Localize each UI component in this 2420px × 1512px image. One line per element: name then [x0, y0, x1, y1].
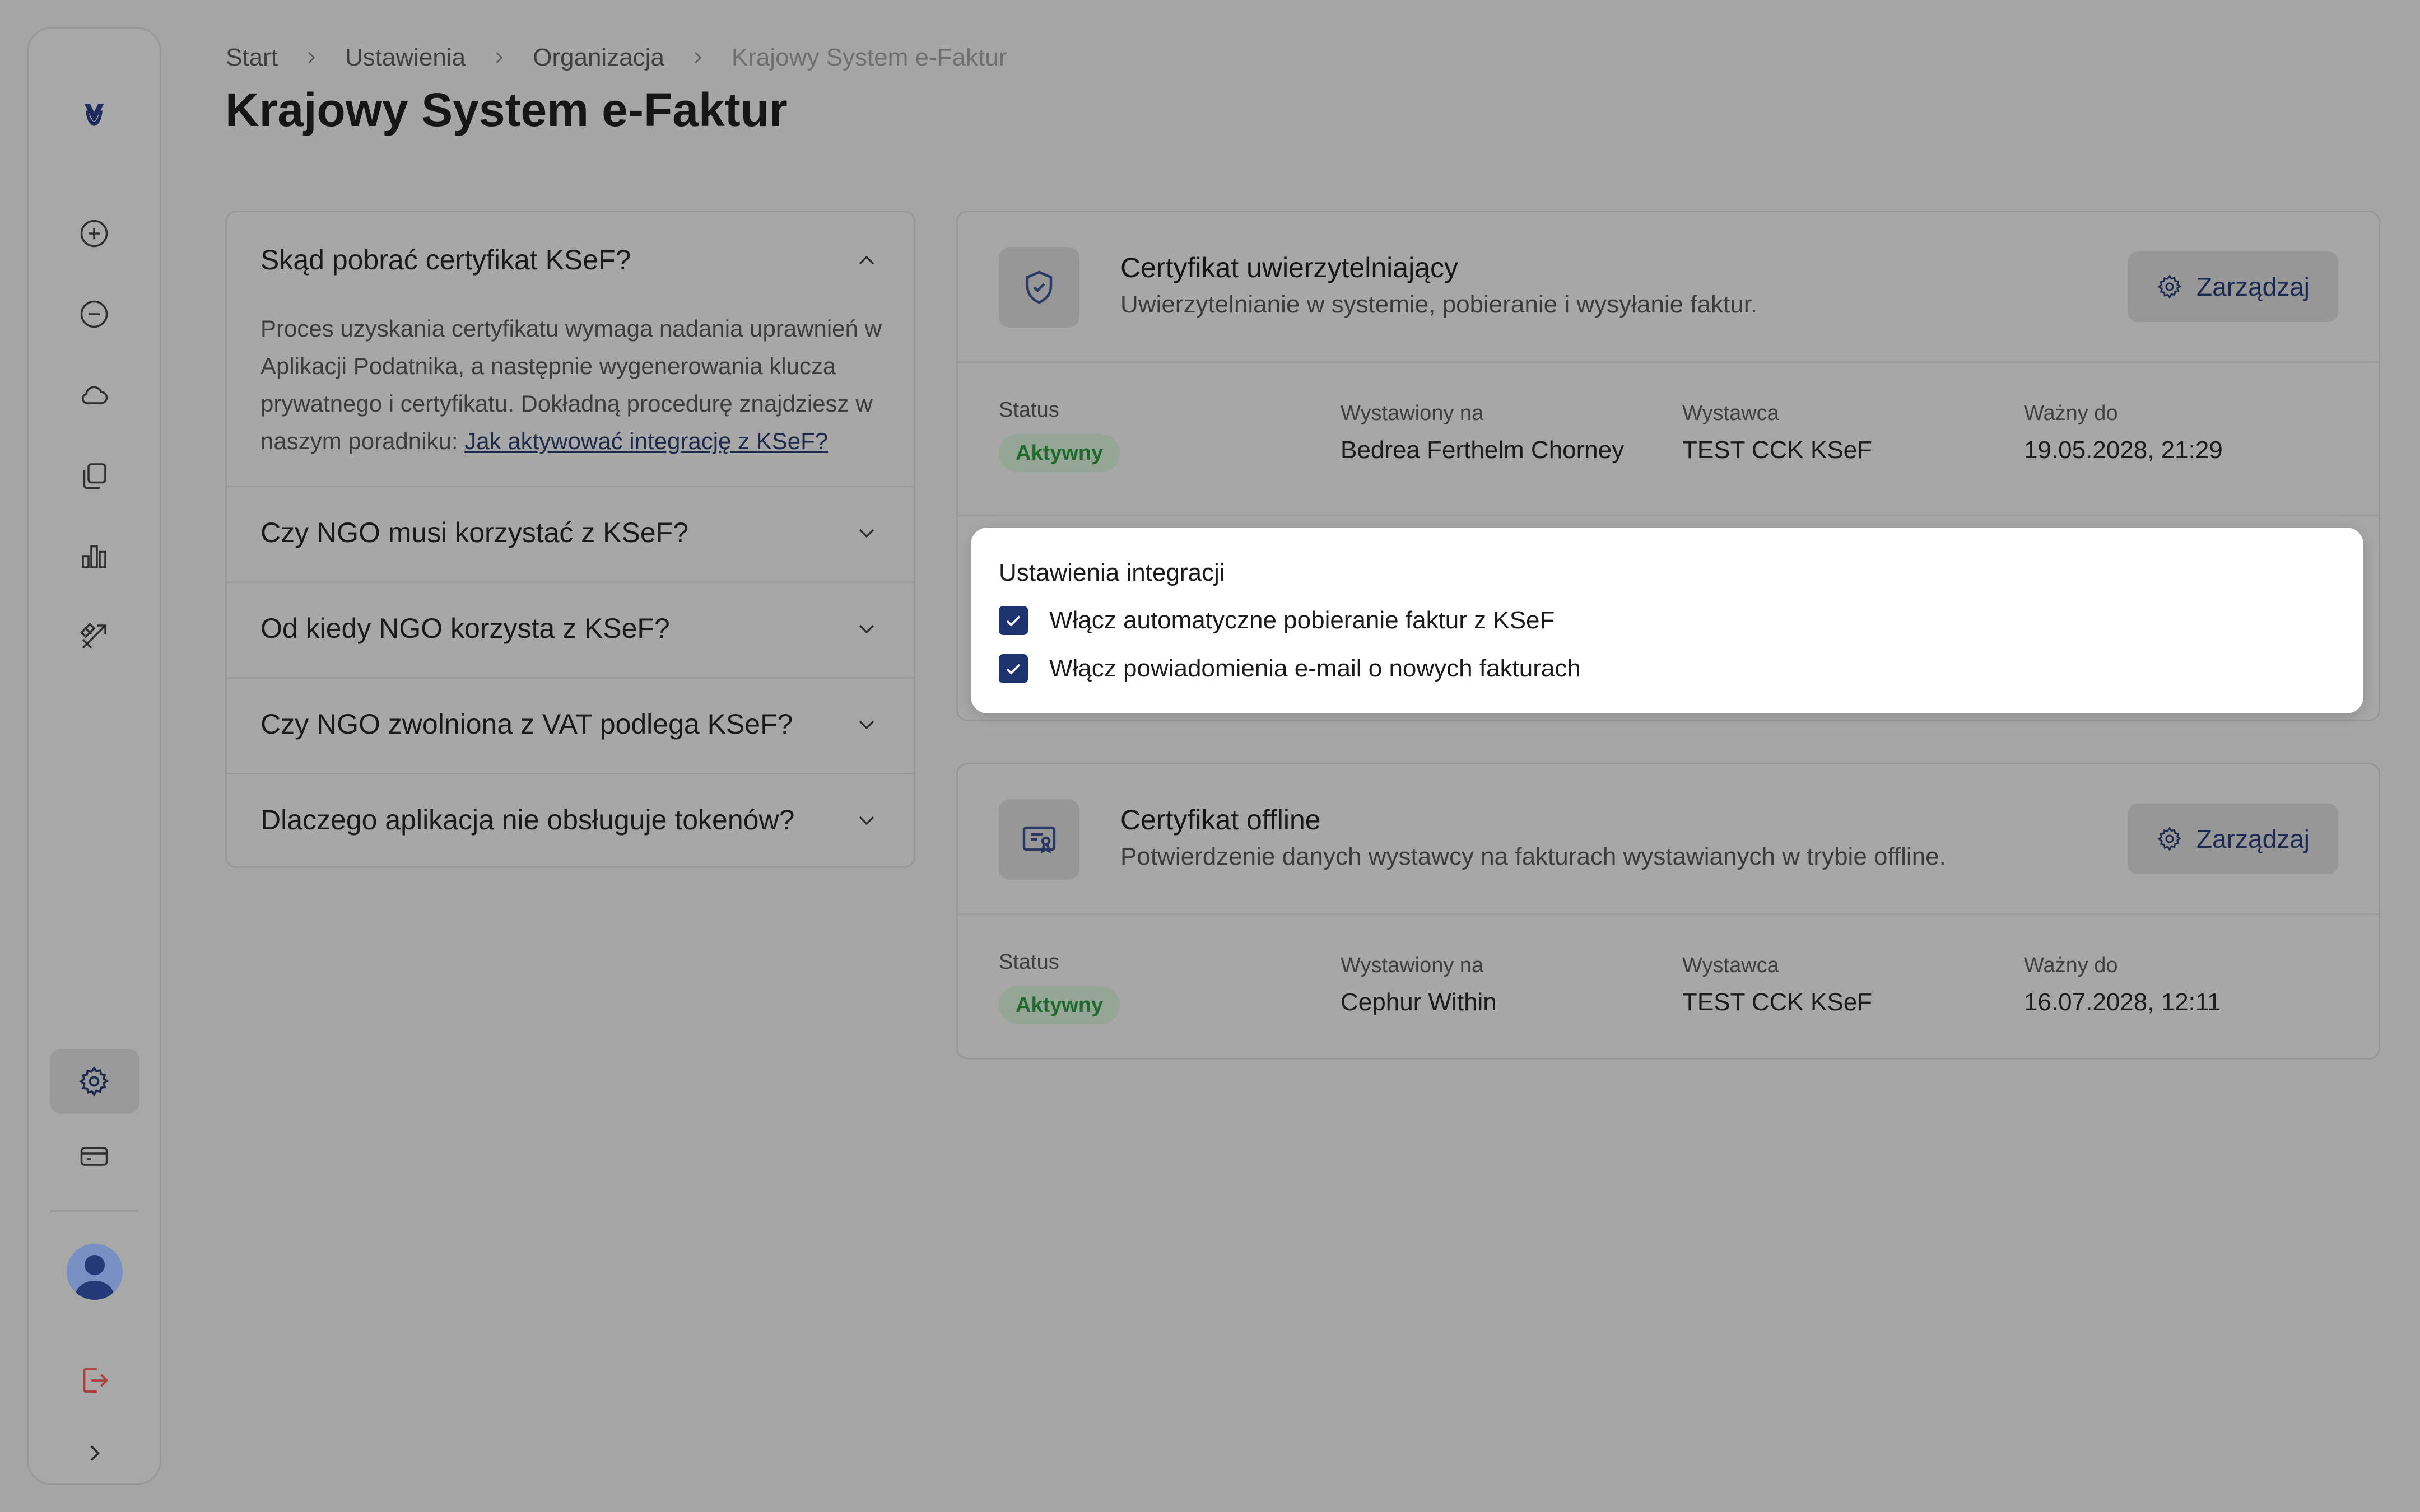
card-subtitle: Potwierdzenie danych wystawcy na faktura…: [1120, 843, 1946, 870]
faq-question[interactable]: Czy NGO musi korzystać z KSeF?: [260, 516, 688, 549]
issuer-value: TEST CCK KSeF: [1682, 988, 1873, 1016]
offline-certificate-card: Certyfikat offline Potwierdzenie danych …: [956, 763, 2380, 1060]
certificate-icon: [999, 799, 1079, 880]
bar-chart-icon[interactable]: [74, 536, 114, 576]
tools-icon[interactable]: [74, 617, 114, 657]
card-divider: [958, 913, 2379, 915]
chevron-down-icon[interactable]: [853, 807, 880, 834]
gear-icon: [2157, 827, 2182, 851]
chevron-down-icon[interactable]: [853, 520, 880, 547]
card-icon[interactable]: [74, 1136, 114, 1177]
manage-button-label: Zarządzaj: [2196, 824, 2310, 853]
user-avatar-icon[interactable]: [67, 1244, 123, 1300]
faq-question[interactable]: Skąd pobrać certyfikat KSeF?: [260, 244, 631, 276]
issued-to-value: Bedrea Ferthelm Chorney: [1341, 436, 1625, 464]
page-title: Krajowy System e-Faktur: [225, 83, 788, 136]
breadcrumb-item-start[interactable]: Start: [226, 44, 278, 72]
manage-button[interactable]: Zarządzaj: [2128, 804, 2338, 874]
faq-question[interactable]: Od kiedy NGO korzysta z KSeF?: [260, 612, 670, 645]
faq-guide-link[interactable]: Jak aktywować integrację z KSeF?: [464, 428, 828, 454]
chevron-down-icon[interactable]: [853, 711, 880, 738]
issuer-label: Wystawca: [1682, 402, 1779, 425]
email-notifications-checkbox[interactable]: [999, 654, 1028, 683]
email-notifications-label: Włącz powiadomienia e-mail o nowych fakt…: [1049, 655, 1581, 682]
check-icon: [1006, 615, 1021, 627]
manage-button-label: Zarządzaj: [2196, 272, 2310, 301]
cloud-icon[interactable]: [74, 375, 114, 415]
valid-until-value: 19.05.2028, 21:29: [2024, 436, 2223, 464]
faq-item[interactable]: Dlaczego aplikacja nie obsługuje tokenów…: [227, 773, 914, 866]
faq-accordion: Skąd pobrać certyfikat KSeF? Proces uzys…: [225, 211, 915, 868]
status-label: Status: [999, 398, 1059, 422]
faq-item[interactable]: Czy NGO musi korzystać z KSeF?: [227, 486, 914, 581]
shield-check-icon: [999, 247, 1079, 328]
card-title: Certyfikat uwierzytelniający: [1120, 252, 1458, 283]
logout-icon[interactable]: [74, 1360, 114, 1401]
card-title: Certyfikat offline: [1120, 804, 1321, 836]
minus-circle-icon[interactable]: [74, 294, 114, 334]
breadcrumb-current: Krajowy System e-Faktur: [731, 44, 1007, 71]
issuer-label: Wystawca: [1682, 954, 1779, 977]
status-label: Status: [999, 950, 1059, 974]
sidebar-divider: [50, 1210, 138, 1212]
auto-download-checkbox[interactable]: [999, 606, 1028, 635]
chevron-right-icon: [496, 52, 503, 63]
chevron-right-icon[interactable]: [74, 1433, 114, 1473]
valid-until-value: 16.07.2028, 12:11: [2024, 988, 2221, 1016]
check-icon: [1006, 664, 1021, 675]
integration-settings-panel: Ustawienia integracji Włącz automatyczne…: [971, 528, 2363, 713]
faq-item: Skąd pobrać certyfikat KSeF? Proces uzys…: [227, 212, 914, 486]
status-badge: Aktywny: [999, 434, 1120, 472]
manage-button[interactable]: Zarządzaj: [2128, 251, 2338, 322]
faq-item[interactable]: Od kiedy NGO korzysta z KSeF?: [227, 581, 914, 677]
auto-download-label: Włącz automatyczne pobieranie faktur z K…: [1049, 606, 1555, 634]
valid-until-label: Ważny do: [2024, 402, 2118, 425]
gear-icon[interactable]: [74, 1061, 114, 1102]
breadcrumb-item-settings[interactable]: Ustawienia: [345, 44, 466, 72]
chevron-right-icon: [308, 52, 315, 63]
auto-download-option[interactable]: Włącz automatyczne pobieranie faktur z K…: [999, 606, 1555, 635]
chevron-down-icon[interactable]: [853, 615, 880, 642]
plus-circle-icon[interactable]: [74, 213, 114, 254]
logo-icon[interactable]: [74, 95, 114, 135]
chevron-right-icon: [695, 52, 702, 63]
card-subtitle: Uwierzytelnianie w systemie, pobieranie …: [1120, 291, 1758, 318]
faq-question[interactable]: Dlaczego aplikacja nie obsługuje tokenów…: [260, 804, 794, 836]
faq-item[interactable]: Czy NGO zwolniona z VAT podlega KSeF?: [227, 677, 914, 773]
gear-icon: [2157, 274, 2182, 299]
issued-to-label: Wystawiony na: [1341, 402, 1484, 425]
issuer-value: TEST CCK KSeF: [1682, 436, 1873, 464]
breadcrumb: Start Ustawienia Organizacja Krajowy Sys…: [226, 44, 1007, 72]
app-root: Start Ustawienia Organizacja Krajowy Sys…: [0, 0, 2420, 1512]
status-badge: Aktywny: [999, 986, 1120, 1024]
issued-to-label: Wystawiony na: [1341, 954, 1484, 977]
valid-until-label: Ważny do: [2024, 954, 2118, 977]
chevron-up-icon[interactable]: [853, 247, 880, 274]
faq-question[interactable]: Czy NGO zwolniona z VAT podlega KSeF?: [260, 708, 793, 740]
sidebar: [27, 27, 161, 1485]
integration-settings-title: Ustawienia integracji: [999, 559, 1225, 586]
card-divider: [958, 361, 2379, 363]
faq-answer: Proces uzyskania certyfikatu wymaga nada…: [260, 310, 888, 460]
card-divider: [958, 515, 2379, 516]
copy-icon[interactable]: [74, 455, 114, 496]
breadcrumb-item-organization[interactable]: Organizacja: [533, 44, 664, 72]
issued-to-value: Cephur Within: [1341, 988, 1497, 1016]
email-notifications-option[interactable]: Włącz powiadomienia e-mail o nowych fakt…: [999, 654, 1581, 683]
